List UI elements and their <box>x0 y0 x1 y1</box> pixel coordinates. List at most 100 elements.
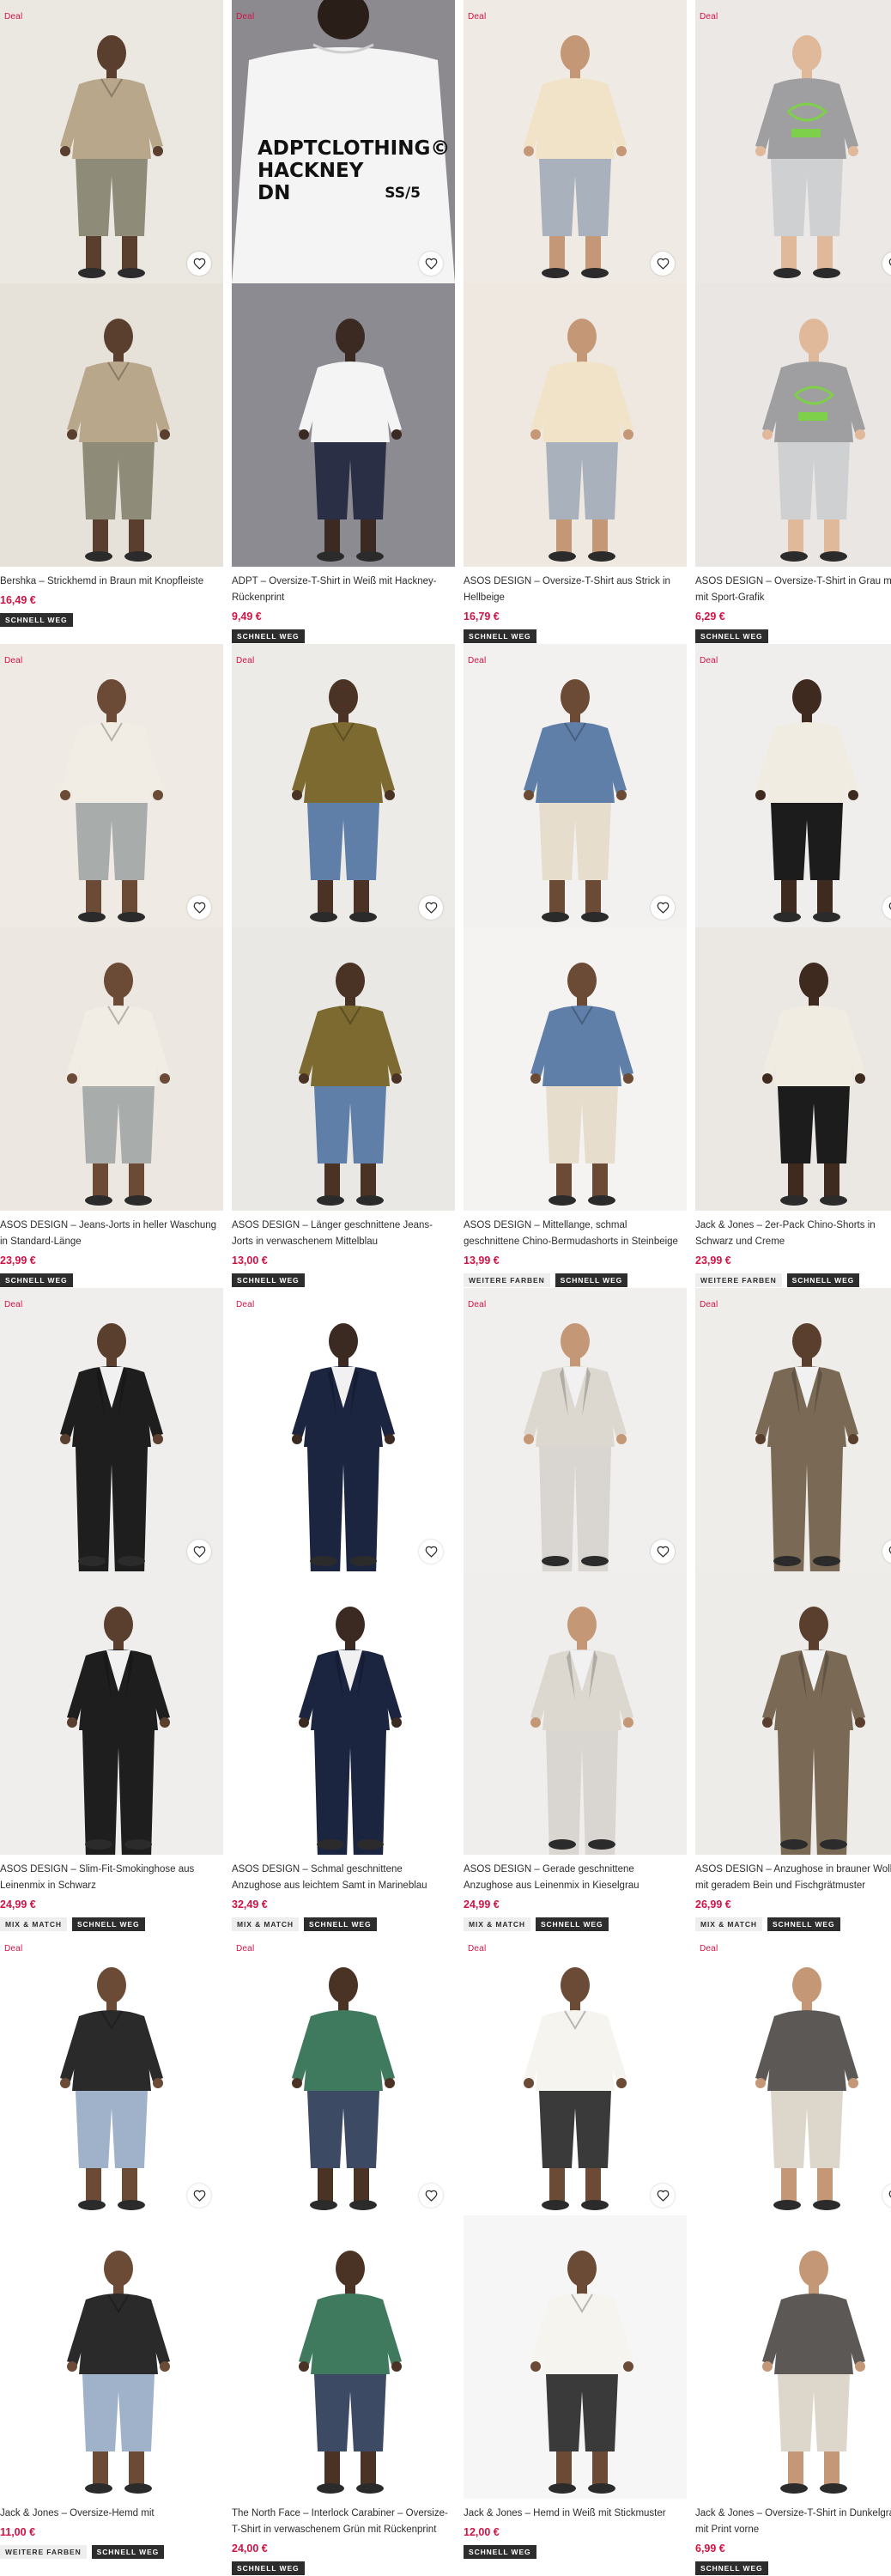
product-image-gallery[interactable]: Deal <box>695 0 891 567</box>
product-image-gallery[interactable]: Deal <box>464 0 687 567</box>
heart-icon <box>657 902 670 914</box>
product-title[interactable]: ASOS DESIGN – Gerade geschnittene Anzugh… <box>464 1862 687 1894</box>
product-card[interactable]: Deal ASOS DESIGN – Länger geschnittene J… <box>232 644 455 1287</box>
product-image[interactable] <box>0 1288 223 1571</box>
product-card[interactable]: Deal Bershka – Strickhemd in Braun mit K… <box>0 0 223 627</box>
product-title[interactable]: Jack & Jones – Oversize-Hemd mit Streife… <box>0 2506 223 2522</box>
product-title[interactable]: ASOS DESIGN – Länger geschnittene Jeans-… <box>232 1218 455 1250</box>
badge-schnell-weg: SCHNELL WEG <box>303 1917 377 1931</box>
product-card[interactable]: Deal ASOS DESIGN – Mittellange, schmal g… <box>464 644 687 1287</box>
product-card[interactable]: Deal ASOS DESIGN – Jeans-Jorts in heller… <box>0 644 223 1287</box>
product-image-alt[interactable] <box>232 1571 455 1855</box>
product-title[interactable]: ASOS DESIGN – Oversize-T-Shirt aus Stric… <box>464 574 687 606</box>
product-card[interactable]: Deal Jack & Jones – 2er-Pack Chino-Short… <box>695 644 891 1287</box>
product-image[interactable] <box>464 1288 687 1571</box>
product-card[interactable]: Deal Jack & Jones – Oversize-Hemd mit St… <box>0 1932 223 2559</box>
product-title[interactable]: Jack & Jones – Oversize-T-Shirt in Dunke… <box>695 2506 891 2538</box>
product-image-alt[interactable] <box>695 927 891 1211</box>
save-for-later-button[interactable] <box>187 2184 211 2208</box>
product-badges: WEITERE FARBEN SCHNELL WEG <box>464 1273 687 1287</box>
product-image-alt[interactable] <box>464 2215 687 2499</box>
product-image-alt[interactable] <box>464 927 687 1211</box>
product-image-alt[interactable] <box>695 283 891 567</box>
product-image[interactable] <box>695 0 891 283</box>
product-card[interactable]: Deal ASOS DESIGN – Slim-Fit-Smokinghose … <box>0 1288 223 1931</box>
product-image-alt[interactable] <box>232 283 455 567</box>
product-title[interactable]: Jack & Jones – Hemd in Weiß mit Stickmus… <box>464 2506 687 2522</box>
product-image[interactable] <box>695 1288 891 1571</box>
product-image-gallery[interactable]: Deal <box>464 644 687 1211</box>
product-card[interactable]: Deal ASOS DESIGN – Oversize-T-Shirt aus … <box>464 0 687 643</box>
save-for-later-button[interactable] <box>187 896 211 920</box>
save-for-later-button[interactable] <box>651 252 675 276</box>
product-title[interactable]: ASOS DESIGN – Oversize-T-Shirt in Grau m… <box>695 574 891 606</box>
product-image-alt[interactable] <box>464 283 687 567</box>
product-title[interactable]: Jack & Jones – 2er-Pack Chino-Shorts in … <box>695 1218 891 1250</box>
product-title[interactable]: ASOS DESIGN – Anzughose in brauner Wollo… <box>695 1862 891 1894</box>
product-image-alt[interactable] <box>0 283 223 567</box>
product-image[interactable] <box>0 1932 223 2215</box>
product-image-alt[interactable] <box>695 1571 891 1855</box>
product-image[interactable] <box>232 1932 455 2215</box>
save-for-later-button[interactable] <box>187 1540 211 1564</box>
product-image-gallery[interactable]: Deal <box>464 1288 687 1855</box>
product-image-gallery[interactable]: Deal <box>695 1288 891 1855</box>
product-image-alt[interactable] <box>232 927 455 1211</box>
badge-schnell-weg: SCHNELL WEG <box>232 1273 305 1287</box>
product-image[interactable] <box>695 1932 891 2215</box>
product-card[interactable]: Deal Jack & Jones – Hemd in Weiß mit Sti… <box>464 1932 687 2559</box>
heart-icon <box>193 1546 206 1558</box>
product-image-gallery[interactable]: Deal <box>695 1932 891 2499</box>
product-image[interactable] <box>0 644 223 927</box>
product-image-gallery[interactable]: Deal <box>232 1932 455 2499</box>
product-title[interactable]: ADPT – Oversize-T-Shirt in Weiß mit Hack… <box>232 574 455 606</box>
save-for-later-button[interactable] <box>187 252 211 276</box>
product-image[interactable] <box>232 644 455 927</box>
product-image-gallery[interactable]: Deal <box>0 1288 223 1855</box>
product-image-gallery[interactable]: Deal <box>0 1932 223 2499</box>
product-card[interactable]: Deal The North Face – Interlock Carabine… <box>232 1932 455 2575</box>
product-image-alt[interactable] <box>0 927 223 1211</box>
product-card[interactable]: Deal ASOS DESIGN – Oversize-T-Shirt in G… <box>695 0 891 643</box>
product-card[interactable]: Deal Jack & Jones – Oversize-T-Shirt in … <box>695 1932 891 2575</box>
product-image-alt[interactable] <box>0 1571 223 1855</box>
product-image-alt[interactable] <box>0 2215 223 2499</box>
product-card[interactable]: Deal ASOS DESIGN – Anzughose in brauner … <box>695 1288 891 1931</box>
save-for-later-button[interactable] <box>419 896 443 920</box>
save-for-later-button[interactable] <box>651 1540 675 1564</box>
product-image[interactable] <box>464 1932 687 2215</box>
product-image[interactable] <box>695 644 891 927</box>
save-for-later-button[interactable] <box>651 896 675 920</box>
product-title[interactable]: The North Face – Interlock Carabiner – O… <box>232 2506 455 2538</box>
product-image-gallery[interactable]: Deal <box>464 1932 687 2499</box>
product-title[interactable]: ASOS DESIGN – Slim-Fit-Smokinghose aus L… <box>0 1862 223 1894</box>
product-image-gallery[interactable]: ADPTCLOTHING© HACKNEY DN SS/5 Deal <box>232 0 455 567</box>
product-title[interactable]: Bershka – Strickhemd in Braun mit Knopfl… <box>0 574 223 590</box>
product-price: 13,00 € <box>232 1255 268 1267</box>
heart-icon <box>888 1546 891 1558</box>
product-image-gallery[interactable]: Deal <box>695 644 891 1211</box>
save-for-later-button[interactable] <box>419 252 443 276</box>
product-image-gallery[interactable]: Deal <box>0 644 223 1211</box>
save-for-later-button[interactable] <box>419 1540 443 1564</box>
product-card[interactable]: Deal ASOS DESIGN – Schmal geschnittene A… <box>232 1288 455 1931</box>
product-image-gallery[interactable]: Deal <box>0 0 223 567</box>
product-image-alt[interactable] <box>464 1571 687 1855</box>
product-title[interactable]: ASOS DESIGN – Mittellange, schmal geschn… <box>464 1218 687 1250</box>
product-image-alt[interactable] <box>695 2215 891 2499</box>
product-image[interactable] <box>464 0 687 283</box>
product-card[interactable]: ADPTCLOTHING© HACKNEY DN SS/5 Deal ADPT … <box>232 0 455 643</box>
product-image[interactable] <box>464 644 687 927</box>
product-image[interactable] <box>232 1288 455 1571</box>
product-title[interactable]: ASOS DESIGN – Jeans-Jorts in heller Wasc… <box>0 1218 223 1250</box>
save-for-later-button[interactable] <box>419 2184 443 2208</box>
save-for-later-button[interactable] <box>651 2184 675 2208</box>
product-title[interactable]: ASOS DESIGN – Schmal geschnittene Anzugh… <box>232 1862 455 1894</box>
print-line: ADPTCLOTHING© <box>258 137 451 160</box>
product-image-gallery[interactable]: Deal <box>232 1288 455 1855</box>
badge-schnell-weg: SCHNELL WEG <box>695 2561 768 2575</box>
product-image[interactable] <box>0 0 223 283</box>
product-image-alt[interactable] <box>232 2215 455 2499</box>
product-image-gallery[interactable]: Deal <box>232 644 455 1211</box>
product-card[interactable]: Deal ASOS DESIGN – Gerade geschnittene A… <box>464 1288 687 1931</box>
